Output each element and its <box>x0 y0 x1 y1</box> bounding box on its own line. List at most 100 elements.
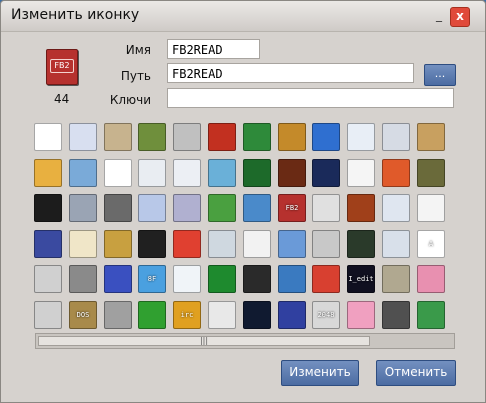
icon-grid-item[interactable] <box>241 263 273 295</box>
icon-grid-item[interactable] <box>32 299 64 331</box>
tank-icon <box>417 159 445 187</box>
icon-grid-item[interactable] <box>380 228 412 260</box>
xfce-icon <box>312 123 340 151</box>
font-a-label: A <box>428 240 434 248</box>
name-field[interactable]: FB2READ <box>167 39 260 59</box>
chip-board-icon <box>243 123 271 151</box>
icon-grid-item[interactable] <box>345 192 377 224</box>
icon-grid-item[interactable] <box>136 121 168 153</box>
icon-grid-item[interactable] <box>206 121 238 153</box>
icon-grid-item[interactable] <box>102 192 134 224</box>
fb2-book-icon: FB2 <box>278 194 306 222</box>
icon-grid-item[interactable] <box>206 228 238 260</box>
name-label: Имя <box>125 43 151 57</box>
icon-grid-item[interactable] <box>345 157 377 189</box>
ship-icon <box>417 123 445 151</box>
icon-grid-item[interactable] <box>67 157 99 189</box>
icon-grid-item[interactable] <box>67 263 99 295</box>
icon-grid-item[interactable] <box>102 157 134 189</box>
icon-grid-item[interactable] <box>102 299 134 331</box>
icon-grid-item[interactable] <box>67 121 99 153</box>
icon-grid-item[interactable] <box>171 263 203 295</box>
icon-grid-item[interactable] <box>171 192 203 224</box>
icon-grid-item[interactable] <box>32 228 64 260</box>
icon-grid-item[interactable] <box>276 299 308 331</box>
drive-icon <box>312 230 340 258</box>
icon-grid-item[interactable] <box>310 228 342 260</box>
change-button[interactable]: Изменить <box>281 360 359 386</box>
icon-grid-item[interactable] <box>171 228 203 260</box>
icon-grid-item[interactable] <box>206 157 238 189</box>
icon-grid-item[interactable] <box>206 192 238 224</box>
icon-grid-item[interactable] <box>276 263 308 295</box>
icon-grid-item[interactable] <box>380 299 412 331</box>
icon-grid-item[interactable]: FB2 <box>276 192 308 224</box>
icon-grid-item[interactable] <box>136 192 168 224</box>
icon-grid-item[interactable]: A <box>415 228 447 260</box>
window-colored-icon <box>382 159 410 187</box>
icon-grid-item[interactable] <box>241 157 273 189</box>
path-field[interactable]: FB2READ <box>167 63 414 83</box>
icon-grid-item[interactable] <box>67 228 99 260</box>
icon-grid-item[interactable] <box>276 121 308 153</box>
icon-grid-item[interactable]: I_edit <box>345 263 377 295</box>
icon-grid-item[interactable]: 8F <box>136 263 168 295</box>
icon-grid-item[interactable] <box>241 121 273 153</box>
icon-grid-item[interactable] <box>32 263 64 295</box>
icon-grid-item[interactable] <box>136 228 168 260</box>
icon-grid-item[interactable] <box>415 192 447 224</box>
icon-grid-item[interactable] <box>32 121 64 153</box>
icon-grid-item[interactable] <box>32 192 64 224</box>
icon-grid-item[interactable] <box>415 121 447 153</box>
terminal-icon <box>34 194 62 222</box>
icon-grid-item[interactable] <box>415 157 447 189</box>
icon-grid-item[interactable] <box>241 192 273 224</box>
browse-button[interactable]: ... <box>424 64 456 86</box>
icon-grid-item[interactable] <box>32 157 64 189</box>
minimize-button[interactable]: _ <box>430 7 448 25</box>
icon-grid-item[interactable] <box>415 299 447 331</box>
icon-grid-item[interactable] <box>102 121 134 153</box>
icon-grid-item[interactable] <box>276 157 308 189</box>
icon-grid-item[interactable] <box>276 228 308 260</box>
icon-grid-item[interactable]: 2048 <box>310 299 342 331</box>
icon-grid-item[interactable] <box>171 157 203 189</box>
cabinet-icon <box>69 194 97 222</box>
close-button[interactable]: x <box>450 7 470 27</box>
icon-grid-item[interactable] <box>380 192 412 224</box>
icon-grid-item[interactable] <box>310 121 342 153</box>
horizontal-scrollbar[interactable]: ||| <box>35 333 455 349</box>
icon-grid-item[interactable] <box>241 299 273 331</box>
icon-grid-item[interactable] <box>380 121 412 153</box>
icon-grid-item[interactable] <box>310 157 342 189</box>
icon-grid-item[interactable]: DOS <box>67 299 99 331</box>
icon-grid-item[interactable] <box>136 299 168 331</box>
icon-grid-item[interactable] <box>345 228 377 260</box>
doom-icon <box>278 159 306 187</box>
icon-grid-item[interactable] <box>136 157 168 189</box>
icon-grid-item[interactable] <box>171 121 203 153</box>
icon-grid-item[interactable] <box>102 263 134 295</box>
icon-grid-item[interactable] <box>380 263 412 295</box>
ocean-icon <box>278 265 306 293</box>
cancel-button[interactable]: Отменить <box>376 360 456 386</box>
icon-grid-item[interactable]: irc <box>171 299 203 331</box>
disk-stack-icon <box>312 194 340 222</box>
keys-field[interactable] <box>167 88 454 108</box>
icon-grid-item[interactable] <box>345 121 377 153</box>
scrollbar-thumb[interactable]: ||| <box>38 336 370 346</box>
icon-grid-item[interactable] <box>67 192 99 224</box>
icon-grid-item[interactable] <box>310 263 342 295</box>
icon-grid-item[interactable] <box>380 157 412 189</box>
icon-grid-item[interactable] <box>206 263 238 295</box>
dos-box-icon: DOS <box>69 301 97 329</box>
icon-grid-item[interactable] <box>241 228 273 260</box>
icon-grid-item[interactable] <box>102 228 134 260</box>
play-button-icon <box>243 265 271 293</box>
color-blocks-icon <box>138 123 166 151</box>
icon-grid-item[interactable] <box>415 263 447 295</box>
icon-grid-item[interactable] <box>310 192 342 224</box>
icon-grid-item[interactable] <box>206 299 238 331</box>
titlebar[interactable]: Изменить иконку _ x <box>1 1 485 32</box>
icon-grid-item[interactable] <box>345 299 377 331</box>
